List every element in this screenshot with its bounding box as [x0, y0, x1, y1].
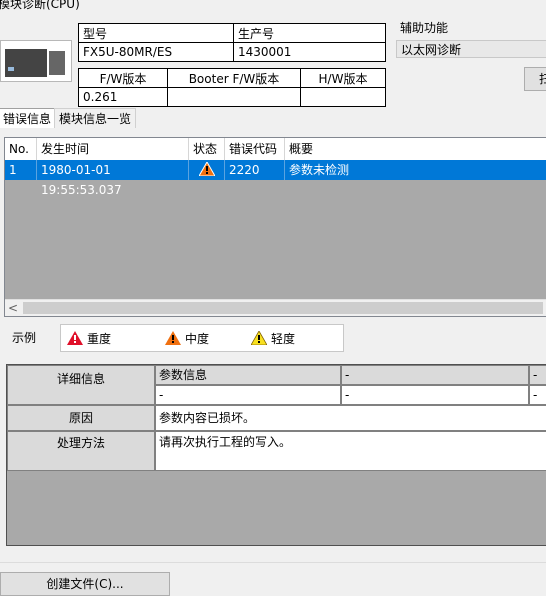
col-no[interactable]: No. — [5, 138, 37, 160]
aux-function-group: 辅助功能 以太网诊断 扫 — [392, 19, 546, 99]
aux-function-select[interactable]: 以太网诊断 — [396, 40, 546, 58]
booter-label: Booter F/W版本 — [167, 68, 301, 88]
legend-major-label: 重度 — [87, 332, 112, 346]
col-time[interactable]: 发生时间 — [37, 138, 189, 160]
legend-moderate: 中度 — [165, 330, 209, 347]
warning-orange-icon — [199, 162, 215, 176]
action-label: 处理方法 — [7, 431, 155, 471]
row-no: 1 — [5, 160, 37, 180]
row-time: 1980-01-01 19:55:53.037 — [37, 160, 189, 197]
serial-value: 1430001 — [233, 42, 386, 62]
cause-value: 参数内容已损坏。 — [155, 405, 546, 431]
row-summary: 参数未检测 — [289, 163, 350, 177]
cause-label: 原因 — [7, 405, 155, 431]
legend-major: 重度 — [67, 330, 111, 347]
detail-panel: 详细信息 参数信息 - - - - - 原因 参数内容已损坏。 处理方法 请再次… — [6, 364, 546, 546]
window-title: 模块诊断(CPU) — [0, 0, 80, 11]
hw-value — [300, 87, 386, 107]
col-summary[interactable]: 概要 — [285, 138, 546, 160]
module-info-table: 型号 生产号 FX5U-80MR/ES 1430001 — [78, 23, 386, 62]
legend-minor-label: 轻度 — [271, 332, 296, 346]
scroll-left-icon[interactable]: < — [8, 300, 18, 316]
io-device-graphic — [49, 51, 65, 75]
tab-error-info[interactable]: 错误信息 — [0, 108, 57, 128]
detail-info-value-3: - — [529, 385, 546, 405]
version-table: F/W版本 Booter F/W版本 H/W版本 0.261 — [78, 68, 386, 107]
model-value: FX5U-80MR/ES — [78, 42, 234, 62]
legend-label: 示例 — [12, 331, 37, 345]
fw-label: F/W版本 — [78, 68, 168, 88]
error-table: No. 发生时间 状态 错误代码 概要 1 1980-01-01 19:55:5… — [4, 137, 546, 317]
booter-value — [167, 87, 301, 107]
module-image — [0, 40, 72, 82]
error-table-header: No. 发生时间 状态 错误代码 概要 — [5, 138, 546, 161]
aux-function-title: 辅助功能 — [400, 21, 449, 35]
legend-moderate-label: 中度 — [185, 332, 210, 346]
divider — [0, 562, 546, 563]
legend-box: 重度 中度 轻度 — [60, 324, 344, 352]
col-status[interactable]: 状态 — [189, 138, 225, 160]
cpu-device-graphic — [5, 49, 47, 77]
create-file-button[interactable]: 创建文件(C)... — [0, 572, 170, 596]
detail-info-cell-3: - — [529, 365, 546, 385]
caution-yellow-icon — [251, 331, 267, 345]
detail-info-cell-1: 参数信息 — [155, 365, 341, 385]
row-code: 2220 — [225, 160, 285, 180]
tab-module-info-list[interactable]: 模块信息一览 — [54, 108, 137, 128]
detail-info-value-2: - — [341, 385, 529, 405]
warning-orange-icon — [165, 331, 181, 345]
legend-minor: 轻度 — [251, 330, 295, 347]
detail-info-label: 详细信息 — [7, 365, 155, 405]
aux-execute-button[interactable]: 扫 — [524, 67, 546, 91]
row-status — [189, 160, 225, 180]
table-row[interactable]: 1 1980-01-01 19:55:53.037 2220 参数未检测 — [5, 160, 546, 197]
detail-info-cell-2: - — [341, 365, 529, 385]
serial-label: 生产号 — [233, 23, 386, 43]
hw-label: H/W版本 — [300, 68, 386, 88]
horizontal-scrollbar[interactable]: < — [5, 299, 546, 316]
error-red-icon — [67, 331, 83, 345]
scroll-thumb[interactable] — [23, 302, 543, 314]
model-label: 型号 — [78, 23, 234, 43]
action-value: 请再次执行工程的写入。 — [155, 431, 546, 471]
fw-value: 0.261 — [78, 87, 168, 107]
col-code[interactable]: 错误代码 — [225, 138, 285, 160]
detail-info-value-1: - — [155, 385, 341, 405]
